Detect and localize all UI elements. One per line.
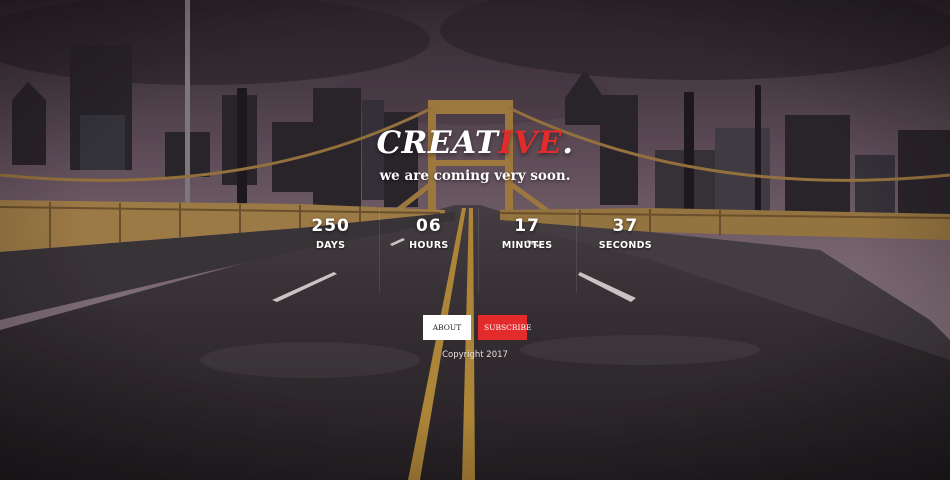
countdown-seconds: 37 SECONDS — [577, 208, 674, 293]
minutes-value: 17 — [514, 216, 540, 236]
days-value: 250 — [311, 216, 350, 236]
subscribe-button[interactable]: SUBSCRIBE — [478, 315, 531, 340]
brand-part-2: IVE — [498, 125, 563, 161]
seconds-label: SECONDS — [598, 240, 652, 251]
hours-label: HOURS — [409, 240, 449, 251]
seconds-value: 37 — [612, 216, 639, 236]
action-buttons: ABOUT US SUBSCRIBE — [423, 315, 531, 357]
brand-part-3: . — [562, 125, 574, 161]
brand-logo: CREATIVE. — [0, 128, 950, 159]
days-label: DAYS — [316, 240, 346, 251]
countdown-timer: 250 DAYS 06 HOURS 17 MINUTES 37 SECONDS — [282, 208, 674, 293]
tagline: we are coming very soon. — [379, 168, 571, 184]
copyright-text: Copyright 2017 — [442, 350, 508, 360]
countdown-hours: 06 HOURS — [380, 208, 479, 293]
about-us-button[interactable]: ABOUT US — [423, 315, 471, 357]
brand-part-1: CREAT — [376, 125, 499, 161]
countdown-days: 250 DAYS — [282, 208, 381, 293]
countdown-minutes: 17 MINUTES — [479, 208, 577, 293]
minutes-label: MINUTES — [501, 240, 553, 251]
hours-value: 06 — [416, 216, 442, 236]
hero-overlay: CREATIVE. we are coming very soon. 250 D… — [0, 0, 950, 480]
